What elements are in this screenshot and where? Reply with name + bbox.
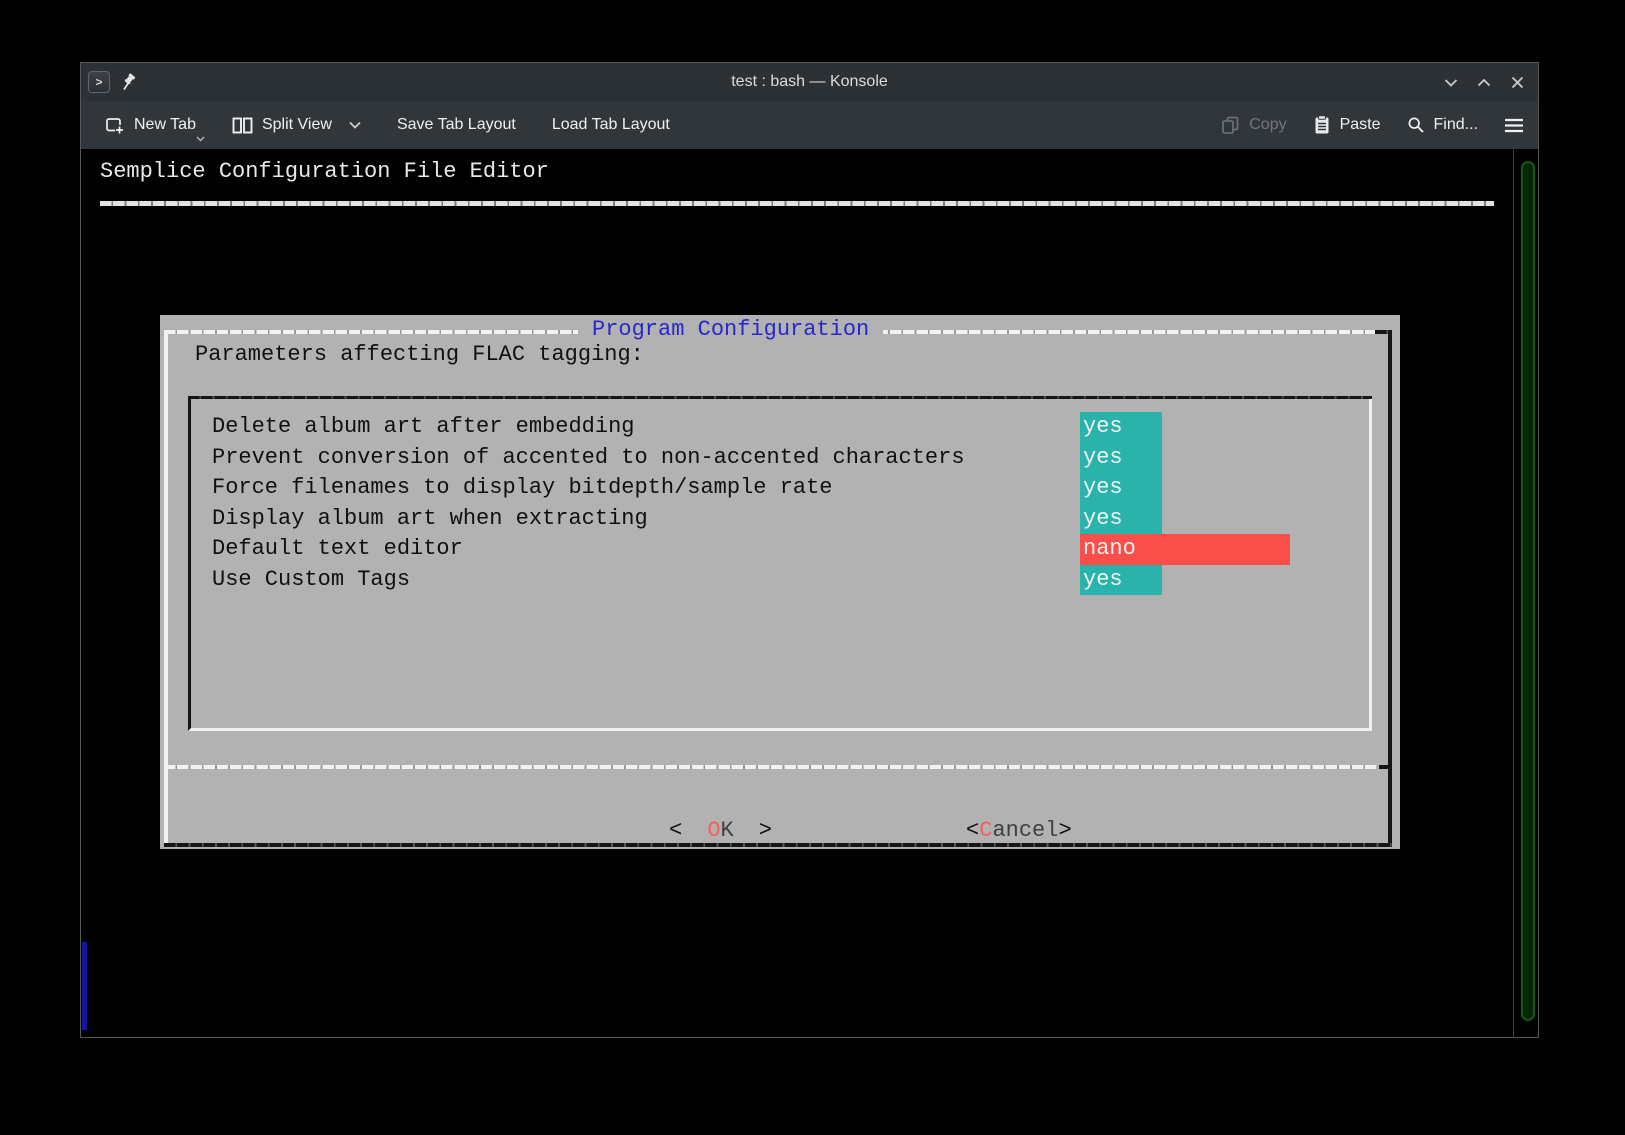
copy-button[interactable]: Copy (1221, 116, 1286, 135)
search-icon (1407, 116, 1425, 134)
ok-hotkey: O (707, 818, 720, 843)
terminal-heading-underline (100, 201, 1494, 206)
hamburger-menu-icon (1504, 118, 1524, 133)
list-item[interactable]: Prevent conversion of accented to non-ac… (191, 443, 1369, 474)
option-label: Delete album art after embedding (212, 412, 634, 443)
dialog-border-left (164, 330, 168, 847)
desktop-background: > test : bash — Konsole (0, 0, 1625, 1135)
copy-icon (1221, 116, 1240, 135)
paste-icon (1313, 115, 1331, 135)
ok-bracket-left: < (669, 818, 682, 843)
pin-icon[interactable] (120, 73, 138, 91)
option-value: nano (1080, 534, 1290, 565)
new-tab-icon (105, 116, 125, 135)
button-separator-right-end (1379, 765, 1392, 769)
option-label: Display album art when extracting (212, 504, 648, 535)
split-view-label: Split View (262, 116, 332, 134)
option-label: Default text editor (212, 534, 463, 565)
terminal-heading: Semplice Configuration File Editor (100, 157, 549, 187)
option-value: yes (1080, 412, 1162, 443)
paste-button[interactable]: Paste (1313, 115, 1381, 135)
list-item-selected[interactable]: Default text editor nano (191, 534, 1369, 565)
scrollbar-thumb[interactable] (1521, 161, 1535, 1021)
option-label: Use Custom Tags (212, 565, 410, 596)
option-value: yes (1080, 504, 1162, 535)
cancel-button[interactable]: <Cancel> (834, 786, 1072, 876)
list-item[interactable]: Delete album art after embedding yes (191, 412, 1369, 443)
paste-label: Paste (1340, 116, 1381, 134)
save-tab-layout-label: Save Tab Layout (397, 116, 516, 134)
dialog-border-bottom (164, 843, 1392, 847)
program-configuration-dialog: Program Configuration Parameters affecti… (160, 315, 1400, 849)
close-button[interactable] (1506, 71, 1528, 93)
konsole-window: > test : bash — Konsole (80, 62, 1539, 1038)
cancel-bracket-right: > (1058, 818, 1071, 843)
option-value: yes (1080, 443, 1162, 474)
ok-label-rest: K (721, 818, 734, 843)
load-tab-layout-label: Load Tab Layout (552, 116, 670, 134)
minimize-button[interactable] (1440, 71, 1462, 93)
new-tab-label: New Tab (134, 116, 196, 134)
scrollbar-divider (1513, 149, 1514, 1037)
cancel-hotkey: C (979, 818, 992, 843)
ok-bracket-right: > (759, 818, 772, 843)
find-label: Find... (1434, 116, 1478, 134)
dialog-border-right (1388, 330, 1392, 847)
save-tab-layout-button[interactable]: Save Tab Layout (397, 116, 516, 134)
ok-button[interactable]: < OK > (537, 786, 772, 876)
option-label: Prevent conversion of accented to non-ac… (212, 443, 965, 474)
button-separator (164, 765, 1379, 769)
terminal-view[interactable]: Semplice Configuration File Editor Progr… (81, 149, 1538, 1037)
split-view-button[interactable]: Split View (232, 116, 361, 134)
options-listbox: Delete album art after embedding yes Pre… (188, 396, 1372, 731)
close-icon (1511, 76, 1524, 89)
load-tab-layout-button[interactable]: Load Tab Layout (552, 116, 670, 134)
new-tab-button[interactable]: New Tab (105, 116, 196, 135)
maximize-button[interactable] (1473, 71, 1495, 93)
titlebar[interactable]: > test : bash — Konsole (81, 63, 1538, 101)
options-listbox-top-border (188, 396, 1372, 399)
split-view-icon (232, 117, 253, 134)
list-item[interactable]: Force filenames to display bitdepth/samp… (191, 473, 1369, 504)
window-title: test : bash — Konsole (81, 73, 1538, 91)
toolbar: New Tab Split View (81, 101, 1538, 149)
list-item[interactable]: Display album art when extracting yes (191, 504, 1369, 535)
menu-button[interactable] (1504, 118, 1524, 133)
chevron-down-icon (1444, 78, 1458, 87)
chevron-down-icon (196, 136, 205, 142)
copy-label: Copy (1249, 116, 1286, 134)
history-indicator (82, 942, 87, 1030)
option-value: yes (1080, 473, 1162, 504)
option-value: yes (1080, 565, 1162, 596)
list-item[interactable]: Use Custom Tags yes (191, 565, 1369, 596)
chevron-down-icon (349, 121, 361, 129)
chevron-up-icon (1477, 78, 1491, 87)
konsole-app-icon: > (88, 71, 110, 93)
cancel-label-rest: ancel (992, 818, 1058, 843)
cancel-bracket-left: < (966, 818, 979, 843)
option-label: Force filenames to display bitdepth/samp… (212, 473, 833, 504)
dialog-subtitle: Parameters affecting FLAC tagging: (195, 340, 644, 370)
find-button[interactable]: Find... (1407, 116, 1478, 134)
